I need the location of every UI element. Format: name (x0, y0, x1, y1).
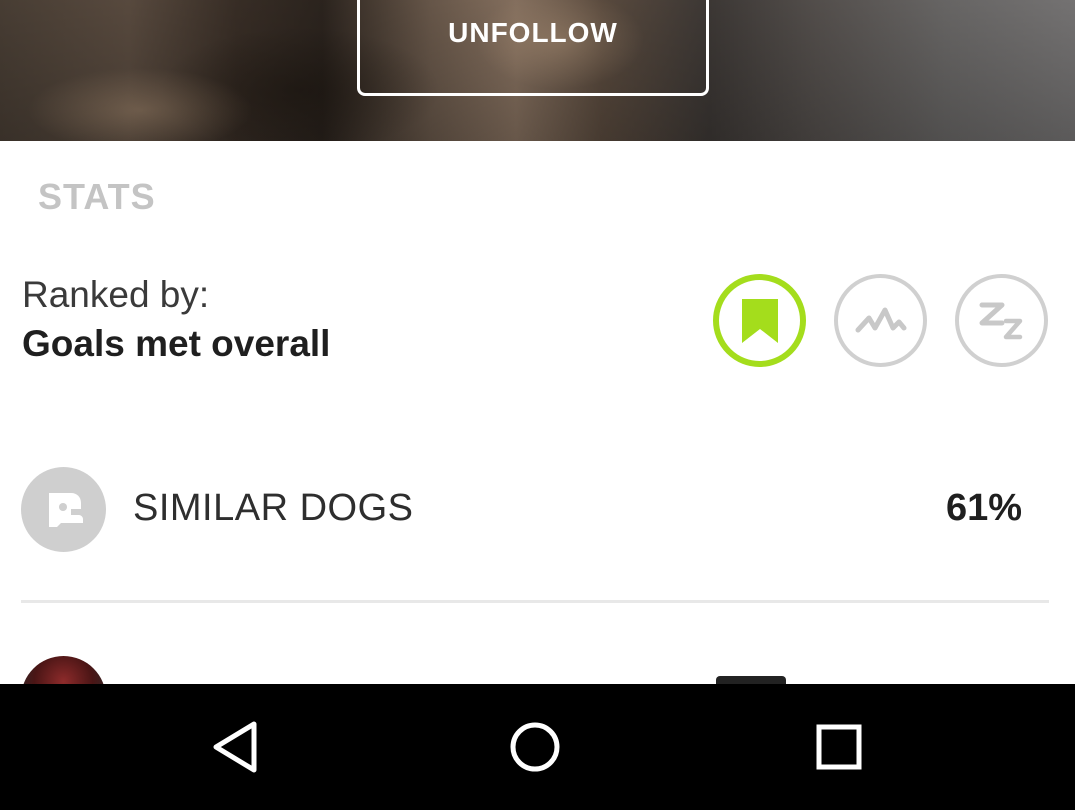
nav-back-button[interactable] (175, 684, 295, 810)
row-divider (21, 600, 1049, 603)
rank-by-goals-button[interactable] (713, 274, 806, 367)
stats-heading: STATS (38, 176, 156, 217)
unfollow-button[interactable]: UNFOLLOW (357, 0, 709, 96)
activity-icon (855, 307, 906, 332)
ranked-by-label: Ranked by: (22, 274, 210, 315)
recents-icon (816, 724, 862, 770)
ranked-by-value: Goals met overall (22, 323, 331, 364)
back-icon (213, 721, 257, 773)
similar-dogs-label: SIMILAR DOGS (133, 487, 414, 529)
similar-dogs-value: 61% (945, 487, 1022, 529)
dog-icon (48, 492, 83, 527)
nav-recents-button[interactable] (779, 684, 899, 810)
home-icon (510, 722, 560, 772)
system-navigation-bar (0, 684, 1075, 810)
bookmark-icon (741, 298, 778, 343)
similar-dogs-avatar (21, 467, 106, 552)
rank-by-sleep-button[interactable] (955, 274, 1048, 367)
sleep-icon (979, 302, 1022, 339)
next-row-value-partial (716, 676, 786, 684)
rank-by-activity-button[interactable] (834, 274, 927, 367)
nav-home-button[interactable] (475, 684, 595, 810)
